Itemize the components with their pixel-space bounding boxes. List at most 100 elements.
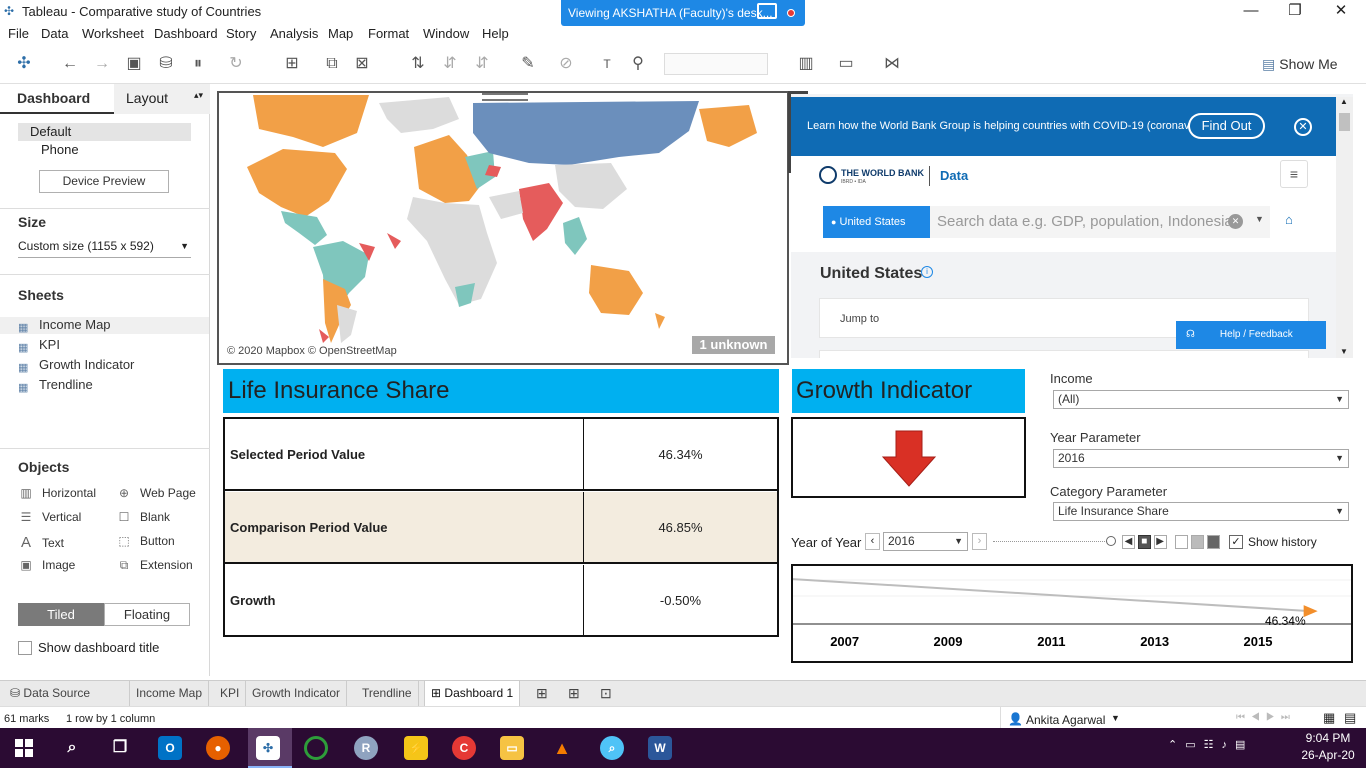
- trendline-chart[interactable]: 46.34% 2007 2009 2011 2013 2015: [791, 564, 1353, 663]
- vlc-icon[interactable]: ▲: [550, 736, 574, 760]
- user-name[interactable]: Ankita Agarwal: [1026, 713, 1105, 727]
- income-filter-dropdown[interactable]: (All) ▼: [1053, 390, 1349, 409]
- clock-time[interactable]: 9:04 PM: [1300, 731, 1356, 745]
- find-out-button[interactable]: Find Out: [1188, 113, 1265, 139]
- tab-layout[interactable]: Layout ▴▾: [114, 84, 210, 114]
- redo-icon[interactable]: →: [92, 54, 112, 74]
- firefox-icon[interactable]: ●: [206, 736, 230, 760]
- pin-icon[interactable]: ⚲: [628, 54, 648, 74]
- screen-share-banner[interactable]: Viewing AKSHATHA (Faculty)'s desk...: [561, 0, 805, 26]
- info-icon[interactable]: i: [921, 266, 933, 278]
- menu-data[interactable]: Data: [41, 26, 68, 41]
- menu-worksheet[interactable]: Worksheet: [82, 26, 144, 41]
- income-map[interactable]: © 2020 Mapbox © OpenStreetMap 1 unknown: [217, 91, 789, 365]
- word-icon[interactable]: W: [648, 736, 672, 760]
- home-icon[interactable]: ⌂: [1285, 212, 1293, 227]
- menu-format[interactable]: Format: [368, 26, 409, 41]
- system-tray-icons[interactable]: ⌃▭☷♪▤: [1168, 738, 1253, 751]
- menu-dashboard[interactable]: Dashboard: [154, 26, 218, 41]
- new-worksheet-tab-icon[interactable]: ⊞: [530, 681, 554, 706]
- next-year-button[interactable]: ›: [972, 533, 987, 550]
- show-history-checkbox[interactable]: ✓: [1229, 535, 1243, 549]
- scroll-down-icon[interactable]: ▼: [1340, 347, 1348, 356]
- chevron-down-icon[interactable]: ▼: [1111, 713, 1120, 723]
- tab-income-map[interactable]: Income Map: [130, 681, 210, 706]
- object-button[interactable]: ⬚ Button: [116, 534, 174, 548]
- file-explorer-icon[interactable]: ▭: [500, 736, 524, 760]
- tab-dashboard-1[interactable]: ⊞ Dashboard 1: [424, 681, 521, 706]
- stop-icon[interactable]: ■: [1137, 535, 1151, 549]
- outlook-icon[interactable]: O: [158, 736, 182, 760]
- tab-growth-indicator[interactable]: Growth Indicator: [246, 681, 348, 706]
- new-worksheet-icon[interactable]: ⊞: [282, 54, 302, 74]
- year-slider-dropdown[interactable]: 2016 ▼: [883, 532, 968, 551]
- device-preview-button[interactable]: Device Preview: [39, 170, 169, 193]
- new-dashboard-tab-icon[interactable]: ⊞: [562, 681, 586, 706]
- fit-dropdown[interactable]: [664, 53, 768, 75]
- year-slider-thumb[interactable]: [1106, 536, 1116, 546]
- object-text[interactable]: A Text: [18, 534, 64, 551]
- filmstrip-view-icon[interactable]: ▤: [1344, 710, 1356, 726]
- play-forward-icon[interactable]: ▶: [1153, 535, 1167, 549]
- save-icon[interactable]: ▣: [124, 54, 144, 74]
- prev-year-button[interactable]: ‹: [865, 533, 880, 550]
- search-app-icon[interactable]: ⌕: [600, 736, 624, 760]
- object-web-page[interactable]: ⊕ Web Page: [116, 486, 196, 500]
- duplicate-sheet-icon[interactable]: ⧉: [322, 54, 342, 74]
- sort-asc-icon[interactable]: ⇵: [440, 54, 460, 74]
- wb-search-input[interactable]: Search data e.g. GDP, population, Indone…: [930, 206, 1270, 238]
- object-extension[interactable]: ⧉ Extension: [116, 558, 193, 573]
- r-icon[interactable]: R: [354, 736, 378, 760]
- year-slider-track[interactable]: [993, 541, 1111, 542]
- show-me-button[interactable]: ▤ Show Me: [1262, 56, 1338, 73]
- menu-analysis[interactable]: Analysis: [270, 26, 318, 41]
- minimize-button[interactable]: —: [1228, 0, 1274, 24]
- menu-map[interactable]: Map: [328, 26, 353, 41]
- sheet-nav-icons[interactable]: ⏮◀▶⏭: [1236, 712, 1296, 723]
- new-story-tab-icon[interactable]: ⊡: [594, 681, 618, 706]
- clear-search-icon[interactable]: ✕: [1228, 214, 1243, 229]
- year-parameter-dropdown[interactable]: 2016 ▼: [1053, 449, 1349, 468]
- labels-icon[interactable]: T: [597, 54, 617, 74]
- pause-updates-icon[interactable]: ⏸: [188, 54, 208, 74]
- search-icon[interactable]: ⌕: [60, 736, 84, 760]
- group-icon[interactable]: ⊘: [556, 54, 576, 74]
- scroll-up-icon[interactable]: ▲: [1340, 97, 1348, 106]
- close-banner-icon[interactable]: ✕: [1294, 118, 1312, 136]
- sheet-trendline[interactable]: ▦ Trendline: [18, 377, 93, 394]
- menu-file[interactable]: File: [8, 26, 29, 41]
- object-vertical[interactable]: ☰ Vertical: [18, 510, 82, 524]
- show-cards-icon[interactable]: ▥: [796, 54, 816, 74]
- sheet-growth-indicator[interactable]: ▦ Growth Indicator: [18, 357, 134, 374]
- presentation-icon[interactable]: ▭: [836, 54, 856, 74]
- scroll-thumb[interactable]: [1339, 113, 1350, 131]
- category-parameter-dropdown[interactable]: Life Insurance Share ▼: [1053, 502, 1349, 521]
- windows-start-icon[interactable]: [15, 739, 33, 757]
- close-window-button[interactable]: ✕: [1318, 0, 1364, 24]
- web-scrollbar[interactable]: ▲ ▼: [1336, 97, 1353, 358]
- tiled-button[interactable]: Tiled: [18, 603, 104, 626]
- device-phone[interactable]: Phone: [41, 142, 79, 157]
- web-page-object[interactable]: Learn how the World Bank Group is helpin…: [791, 94, 1353, 358]
- refresh-icon[interactable]: ↻: [226, 54, 246, 74]
- tableau-taskbar-icon[interactable]: ✣: [256, 736, 280, 760]
- menu-window[interactable]: Window: [423, 26, 469, 41]
- tab-dashboard[interactable]: Dashboard: [0, 84, 114, 114]
- unknown-badge[interactable]: 1 unknown: [692, 336, 775, 354]
- tab-data-source[interactable]: ⛁ Data Source: [4, 681, 130, 706]
- ccleaner-icon[interactable]: C: [452, 736, 476, 760]
- tableau-home-icon[interactable]: ✣: [14, 54, 34, 74]
- size-dropdown[interactable]: Custom size (1155 x 592) ▼: [18, 238, 191, 258]
- floating-button[interactable]: Floating: [104, 603, 190, 626]
- grid-view-icon[interactable]: ▦: [1323, 710, 1335, 726]
- current-point-marker[interactable]: [1303, 605, 1318, 618]
- undo-icon[interactable]: ←: [60, 54, 80, 74]
- share-icon[interactable]: ⋈: [882, 54, 902, 74]
- show-title-checkbox[interactable]: [18, 641, 32, 655]
- sort-desc-icon[interactable]: ⇵: [472, 54, 492, 74]
- hamburger-menu-icon[interactable]: ≡: [1280, 160, 1308, 188]
- speed-fast-icon[interactable]: [1207, 535, 1221, 549]
- sheet-kpi[interactable]: ▦ KPI: [18, 337, 60, 354]
- sync-app-icon[interactable]: [304, 736, 328, 760]
- help-feedback-button[interactable]: ☊ Help / Feedback: [1176, 321, 1326, 349]
